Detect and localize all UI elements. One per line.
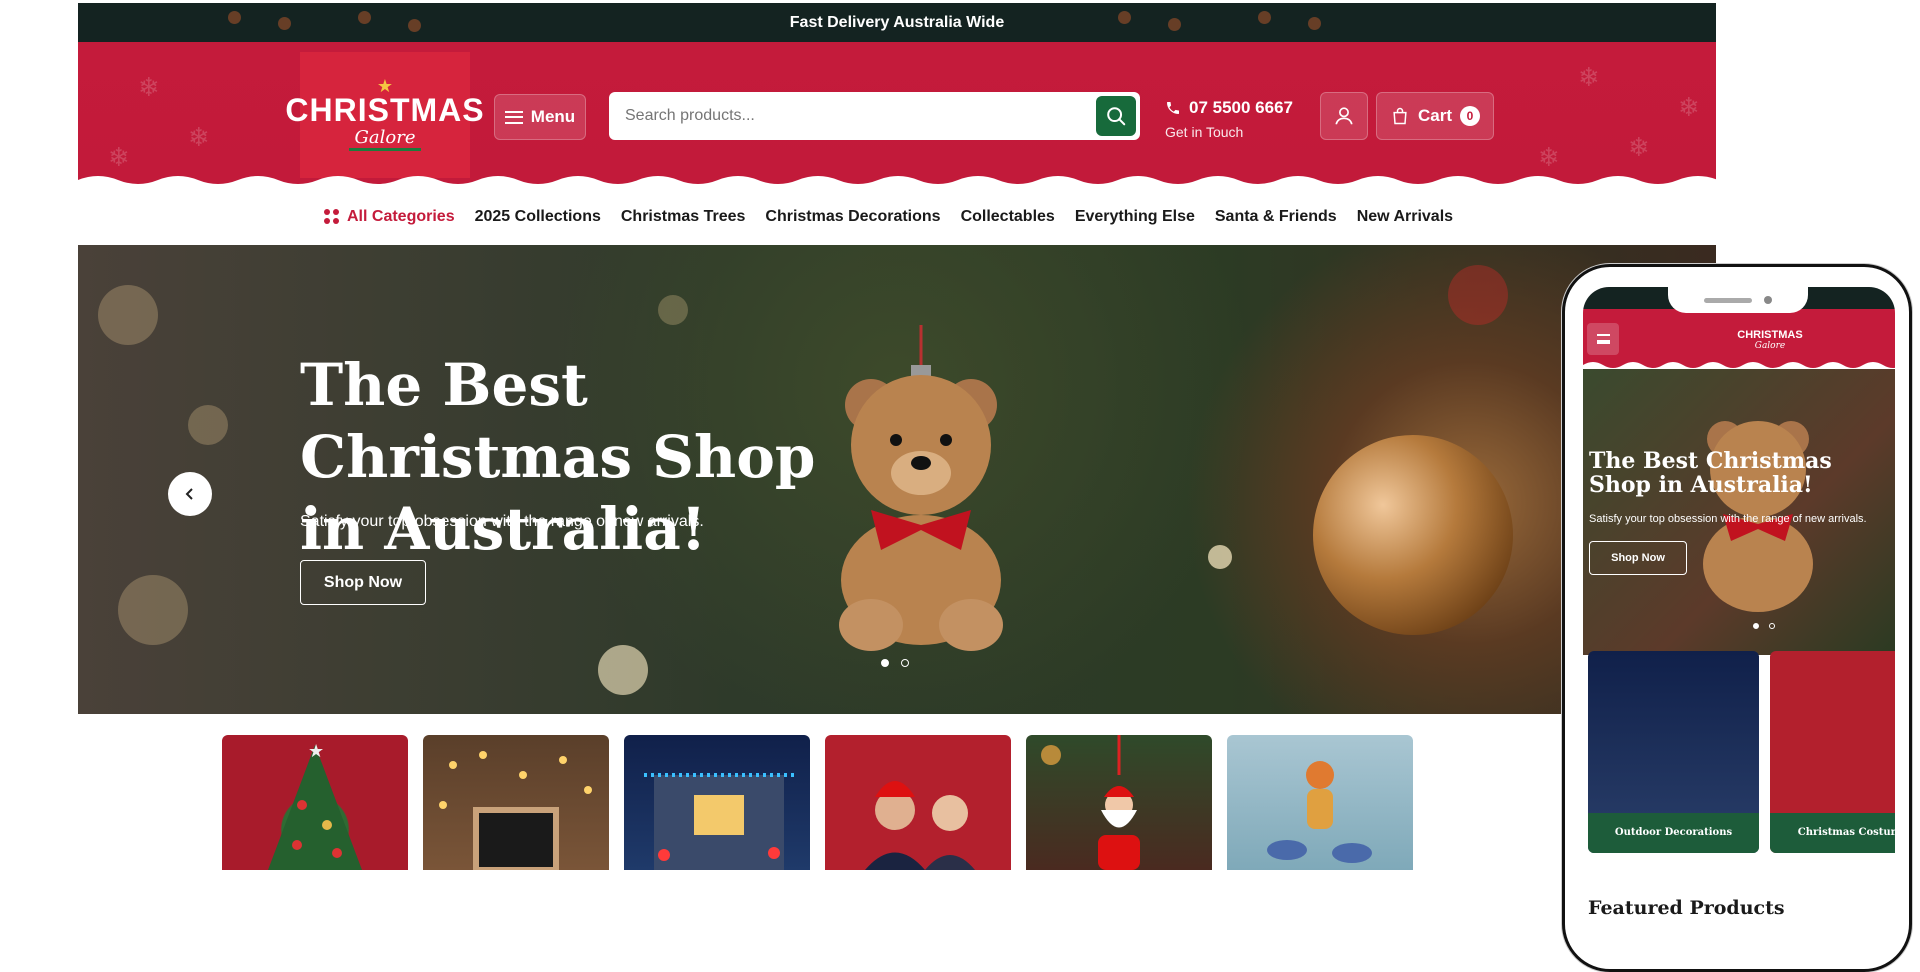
nav-item-collectables[interactable]: Collectables	[961, 208, 1055, 226]
category-tile-christmas-costumes[interactable]	[825, 735, 1011, 870]
shopping-bag-icon	[1393, 107, 1407, 125]
category-tiles: ★	[222, 735, 1413, 870]
snow-wave-divider	[78, 176, 1716, 188]
phone-contact[interactable]: 07 5500 6667 Get in Touch	[1165, 98, 1293, 140]
hero-title: The Best Christmas Shop in Australia!	[300, 351, 816, 563]
chevron-left-icon	[185, 488, 193, 500]
category-tile-christmas-tree[interactable]: ★	[222, 735, 408, 870]
slider-pagination	[881, 659, 909, 667]
mobile-teddy-bear-image	[1703, 421, 1813, 612]
search-icon	[1107, 107, 1126, 126]
nav-item-2025-collections[interactable]: 2025 Collections	[475, 208, 601, 226]
logo-wordmark: CHRISTMAS	[285, 92, 485, 128]
mobile-screen: CHRISTMAS Galore The Best Christmas Shop…	[1583, 287, 1895, 952]
account-button[interactable]	[1320, 92, 1368, 140]
menu-label: Menu	[530, 107, 576, 126]
mobile-slide-dot-1[interactable]	[1753, 623, 1759, 629]
site-header: ❄❄❄❄❄❄❄ ★ CHRISTMAS Galore Menu 07 5500 …	[78, 42, 1716, 188]
shop-now-button[interactable]: Shop Now	[300, 560, 426, 605]
category-tile-outdoor-lights[interactable]	[624, 735, 810, 870]
slide-dot-1[interactable]	[881, 659, 889, 667]
mobile-slider-pagination	[1753, 623, 1775, 629]
mobile-shop-now-button[interactable]: Shop Now	[1589, 541, 1687, 575]
inflatable-image	[1267, 761, 1372, 863]
tree-image: ★	[268, 741, 362, 870]
hamburger-icon	[1596, 334, 1610, 344]
mobile-hero: The Best Christmas Shop in Australia! Sa…	[1583, 369, 1895, 655]
category-nav: All Categories 2025 Collections Christma…	[78, 188, 1716, 245]
mobile-category-label: Christmas Costumes	[1770, 813, 1895, 853]
mobile-category-outdoor-decorations[interactable]: Outdoor Decorations	[1588, 651, 1759, 853]
phone-caption: Get in Touch	[1165, 124, 1244, 140]
category-tile-fairy-lights[interactable]	[423, 735, 609, 870]
search-button[interactable]	[1096, 96, 1136, 136]
house-lights-image	[644, 773, 794, 870]
category-tile-santa-ornament[interactable]	[1026, 735, 1212, 870]
announcement-bar: Fast Delivery Australia Wide	[78, 3, 1716, 42]
mobile-category-label: Outdoor Decorations	[1588, 813, 1759, 853]
mobile-header: CHRISTMAS Galore	[1583, 309, 1895, 369]
nav-item-santa-friends[interactable]: Santa & Friends	[1215, 208, 1337, 226]
slider-prev-button[interactable]	[168, 472, 212, 516]
nav-item-new-arrivals[interactable]: New Arrivals	[1357, 208, 1453, 226]
nav-item-everything-else[interactable]: Everything Else	[1075, 208, 1195, 226]
phone-number: 07 5500 6667	[1189, 98, 1293, 117]
announcement-text: Fast Delivery Australia Wide	[789, 14, 1005, 31]
fairy-lights-image	[439, 751, 592, 870]
mobile-logo-wordmark: CHRISTMAS	[1737, 329, 1803, 341]
mobile-logo-script: Galore	[1754, 341, 1786, 351]
user-icon	[1335, 107, 1353, 125]
costume-people-image	[865, 781, 975, 870]
mobile-logo[interactable]: CHRISTMAS Galore	[1733, 317, 1807, 361]
hero-slider: The Best Christmas Shop in Australia! Sa…	[78, 245, 1716, 714]
menu-button[interactable]: Menu	[494, 94, 586, 140]
nav-all-categories[interactable]: All Categories	[324, 208, 455, 226]
mobile-hero-title: The Best Christmas Shop in Australia!	[1589, 448, 1832, 498]
nav-item-christmas-trees[interactable]: Christmas Trees	[621, 208, 746, 226]
cart-count-badge: 0	[1460, 106, 1480, 126]
star-icon: ★	[376, 76, 394, 96]
phone-notch	[1668, 287, 1808, 313]
mobile-category-carousel: Outdoor Decorations Christmas Costumes	[1588, 651, 1895, 853]
search-bar	[609, 92, 1140, 140]
mobile-menu-button[interactable]	[1587, 323, 1619, 355]
mobile-category-christmas-costumes[interactable]: Christmas Costumes	[1770, 651, 1895, 853]
gold-bauble-image	[1313, 435, 1513, 635]
category-tile-inflatables[interactable]	[1227, 735, 1413, 870]
hero-subtitle: Satisfy your top obsession with the rang…	[300, 513, 704, 530]
grid-dots-icon	[324, 209, 339, 224]
santa-ornament-image	[1041, 735, 1140, 870]
mobile-preview-frame: CHRISTMAS Galore The Best Christmas Shop…	[1562, 264, 1912, 972]
phone-icon	[1167, 102, 1179, 114]
mobile-featured-heading: Featured Products	[1588, 897, 1785, 919]
mobile-slide-dot-2[interactable]	[1769, 623, 1775, 629]
mobile-snow-wave	[1583, 362, 1895, 369]
mobile-hero-subtitle: Satisfy your top obsession with the rang…	[1589, 513, 1867, 525]
hamburger-icon	[504, 110, 523, 124]
cart-label: Cart	[1417, 106, 1452, 125]
svg-text:★: ★	[308, 741, 324, 761]
slide-dot-2[interactable]	[901, 659, 909, 667]
site-logo[interactable]: ★ CHRISTMAS Galore	[285, 52, 484, 178]
nav-item-christmas-decorations[interactable]: Christmas Decorations	[765, 208, 940, 226]
cart-button[interactable]: Cart 0	[1376, 92, 1494, 140]
search-input[interactable]	[609, 107, 1096, 125]
logo-script: Galore	[348, 127, 422, 151]
nav-all-categories-label: All Categories	[347, 207, 455, 225]
